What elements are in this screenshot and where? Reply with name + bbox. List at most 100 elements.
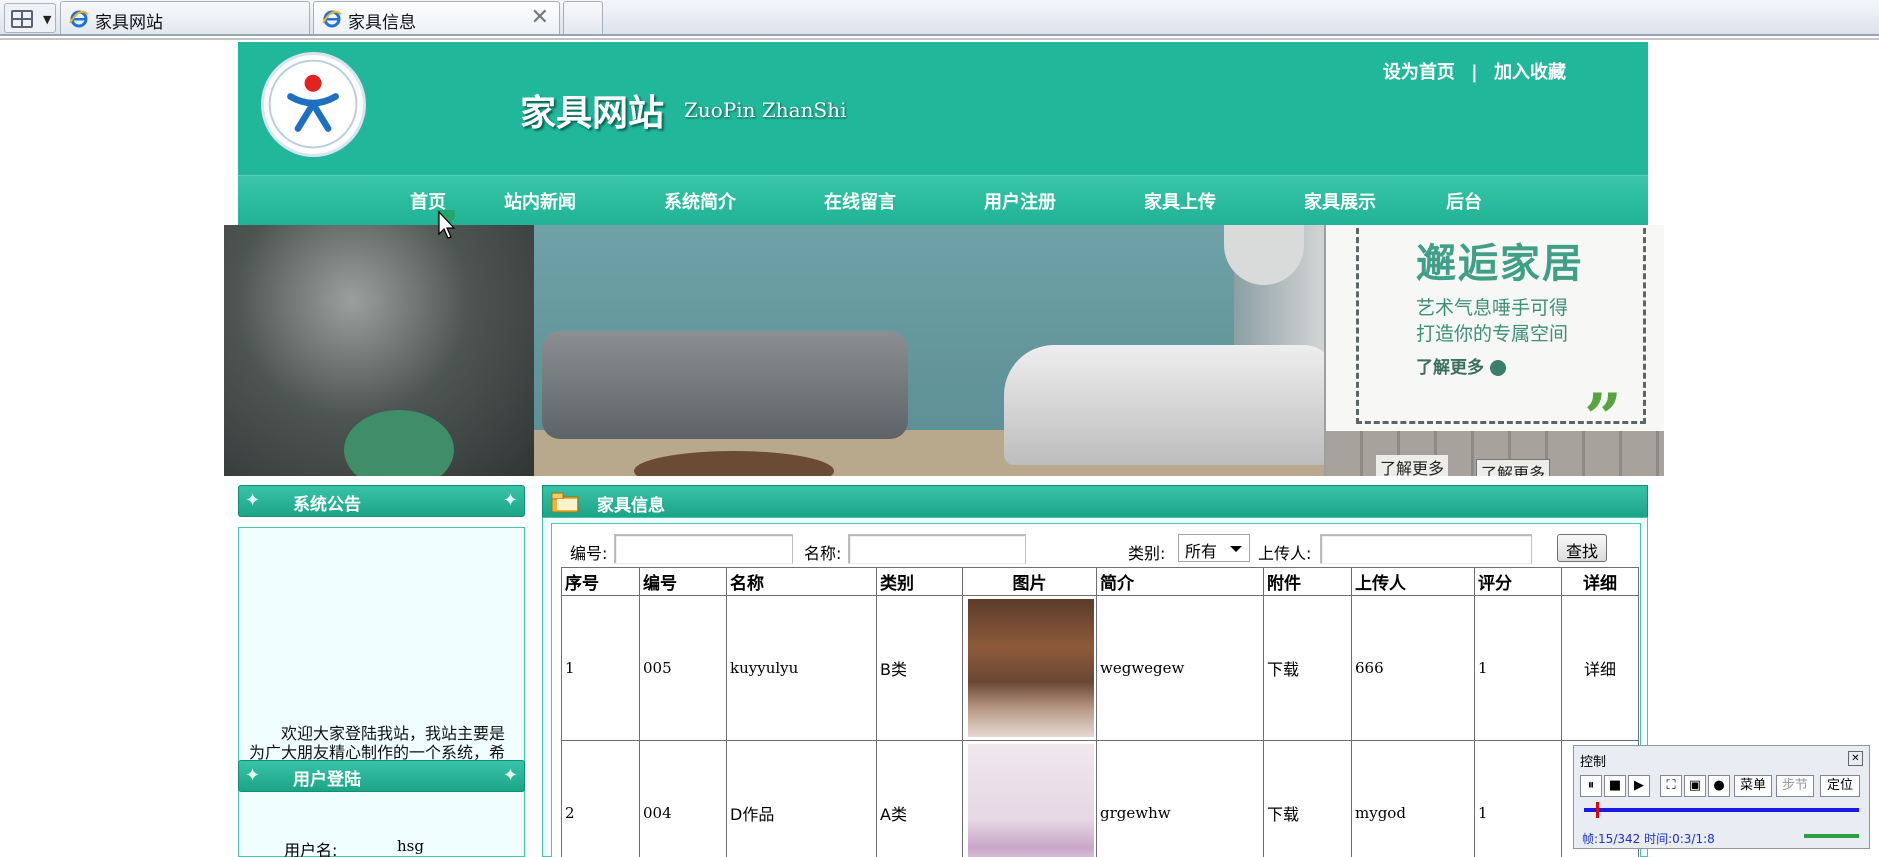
add-favorite-link[interactable]: 加入收藏 [1494,62,1566,83]
uploader-input[interactable] [1320,534,1532,564]
search-button[interactable]: 查找 [1557,534,1607,562]
playback-status: 帧:15/342 时间:0:3/1:8 [1582,832,1715,846]
download-link[interactable]: 下载 [1263,740,1352,857]
divider [0,38,1879,40]
cell-intro: wegwegew [1096,595,1264,741]
login-title: 用户登陆 [293,770,361,790]
pause-icon[interactable]: ⏸ [1580,775,1602,797]
nav-admin[interactable]: 后台 [1446,188,1482,214]
name-input[interactable] [848,534,1026,564]
new-tab-button[interactable] [563,1,603,34]
set-homepage-link[interactable]: 设为首页 [1383,62,1455,83]
tab-title: 家具信息 [348,13,416,33]
cell-uploader: mygod [1351,740,1475,857]
record-icon[interactable]: ● [1708,775,1730,797]
nav-register[interactable]: 用户注册 [984,188,1056,214]
category-value: 所有 [1185,542,1218,561]
content-inner: 编号: 名称: 类别: 所有 上传人: 查找 序号 编号 名称 类别 图片 简介… [551,523,1641,857]
close-icon[interactable]: ✕ [1848,751,1863,766]
furniture-thumbnail[interactable] [968,744,1094,857]
col-code: 编号 [639,567,727,596]
banner-sofa [542,331,908,439]
cell-score: 1 [1474,595,1562,741]
locate-button[interactable]: 定位 [1820,775,1860,797]
playback-knob[interactable] [1596,802,1600,818]
tab-title: 家具网站 [95,13,163,33]
cell-category: B类 [876,595,963,741]
download-link[interactable]: 下载 [1263,595,1352,741]
cell-category: A类 [876,740,963,857]
volume-slider[interactable] [1804,834,1859,838]
browser-tab-strip: ▼ 家具网站 家具信息 ✕ [0,0,1879,36]
folder-icon [551,492,579,513]
step-button[interactable]: 步节 [1776,775,1814,797]
promo-card: 邂逅家居 艺术气息唾手可得 打造你的专属空间 了解更多 ” 了解更多 了解更多 [1324,225,1664,476]
col-index: 序号 [561,567,640,596]
promo-more-text: 了解更多 [1416,358,1484,378]
arrow-right-icon [1490,360,1506,376]
code-label: 编号: [570,544,608,563]
close-tab-icon[interactable]: ✕ [531,5,549,30]
col-detail: 详细 [1561,567,1639,596]
nav-upload[interactable]: 家具上传 [1144,188,1216,214]
browser-tab-active[interactable]: 家具信息 ✕ [313,1,560,34]
table-header-row: 序号 编号 名称 类别 图片 简介 附件 上传人 评分 详细 [561,567,1639,596]
name-label: 名称: [804,544,842,563]
nav-about[interactable]: 系统简介 [664,188,736,214]
ornament-icon: ✦ [245,765,261,786]
category-label: 类别: [1128,544,1166,563]
promo-line: 打造你的专属空间 [1416,323,1569,345]
code-input[interactable] [614,534,793,564]
ie-icon [69,10,89,28]
ornament-icon: ✦ [502,765,518,786]
tab-grid-icon [11,10,33,28]
promo-more-link[interactable]: 了解更多 [1416,353,1506,378]
cell-name: D作品 [726,740,877,857]
search-bar: 编号: 名称: 类别: 所有 上传人: 查找 [552,524,1642,566]
menu-button[interactable]: 菜单 [1734,775,1772,797]
cell-uploader: 666 [1351,595,1475,741]
fullscreen-icon[interactable]: ▣ [1684,775,1706,797]
promo-more-label: 了解更多 [1376,455,1449,476]
col-score: 评分 [1474,567,1562,596]
tab-list-button[interactable]: ▼ [4,3,56,33]
category-select[interactable]: 所有 [1178,534,1250,562]
login-panel-header: ✦ 用户登陆 ✦ [238,760,525,792]
cell-code: 004 [639,740,727,857]
promo-more-label: 了解更多 [1476,459,1551,476]
content-panel: 编号: 名称: 类别: 所有 上传人: 查找 序号 编号 名称 类别 图片 简介… [542,517,1648,857]
nav-gallery[interactable]: 家具展示 [1304,188,1376,214]
cell-code: 005 [639,595,727,741]
banner-lamp [1224,225,1304,285]
nav-news[interactable]: 站内新闻 [504,188,576,214]
link-separator: | [1471,62,1478,83]
furniture-thumbnail[interactable] [968,599,1094,737]
col-image: 图片 [962,567,1097,596]
furniture-table: 序号 编号 名称 类别 图片 简介 附件 上传人 评分 详细 1 005 kuy… [561,567,1639,857]
site-subtitle: ZuoPin ZhanShi [684,98,847,122]
banner-image: 邂逅家居 艺术气息唾手可得 打造你的专属空间 了解更多 ” 了解更多 了解更多 [224,225,1664,476]
ie-icon [322,10,342,28]
logo-icon [268,59,358,149]
username-label: 用户名: [284,841,338,857]
col-uploader: 上传人 [1351,567,1475,596]
fit-window-icon[interactable]: ⛶ [1660,775,1682,797]
control-title: 控制 [1580,755,1607,770]
promo-line: 艺术气息唾手可得 [1416,297,1569,319]
table-row: 2 004 D作品 A类 grgewhw 下载 mygod 1 [561,740,1639,857]
playback-slider[interactable] [1584,808,1859,812]
col-attachment: 附件 [1263,567,1352,596]
nav-guestbook[interactable]: 在线留言 [824,188,896,214]
site-logo [261,52,366,157]
detail-link[interactable]: 详细 [1561,595,1639,741]
ornament-icon: ✦ [502,490,518,511]
stop-icon[interactable]: ■ [1604,775,1626,797]
cell-image [962,740,1097,857]
site-header: 家具网站 ZuoPin ZhanShi 设为首页 | 加入收藏 [238,42,1648,175]
login-panel: 用户名: hsg [238,790,525,857]
cell-image [962,595,1097,741]
next-frame-icon[interactable]: ▶ [1628,775,1650,797]
cell-index: 2 [561,740,640,857]
notice-title: 系统公告 [293,495,361,515]
browser-tab[interactable]: 家具网站 [60,1,310,34]
